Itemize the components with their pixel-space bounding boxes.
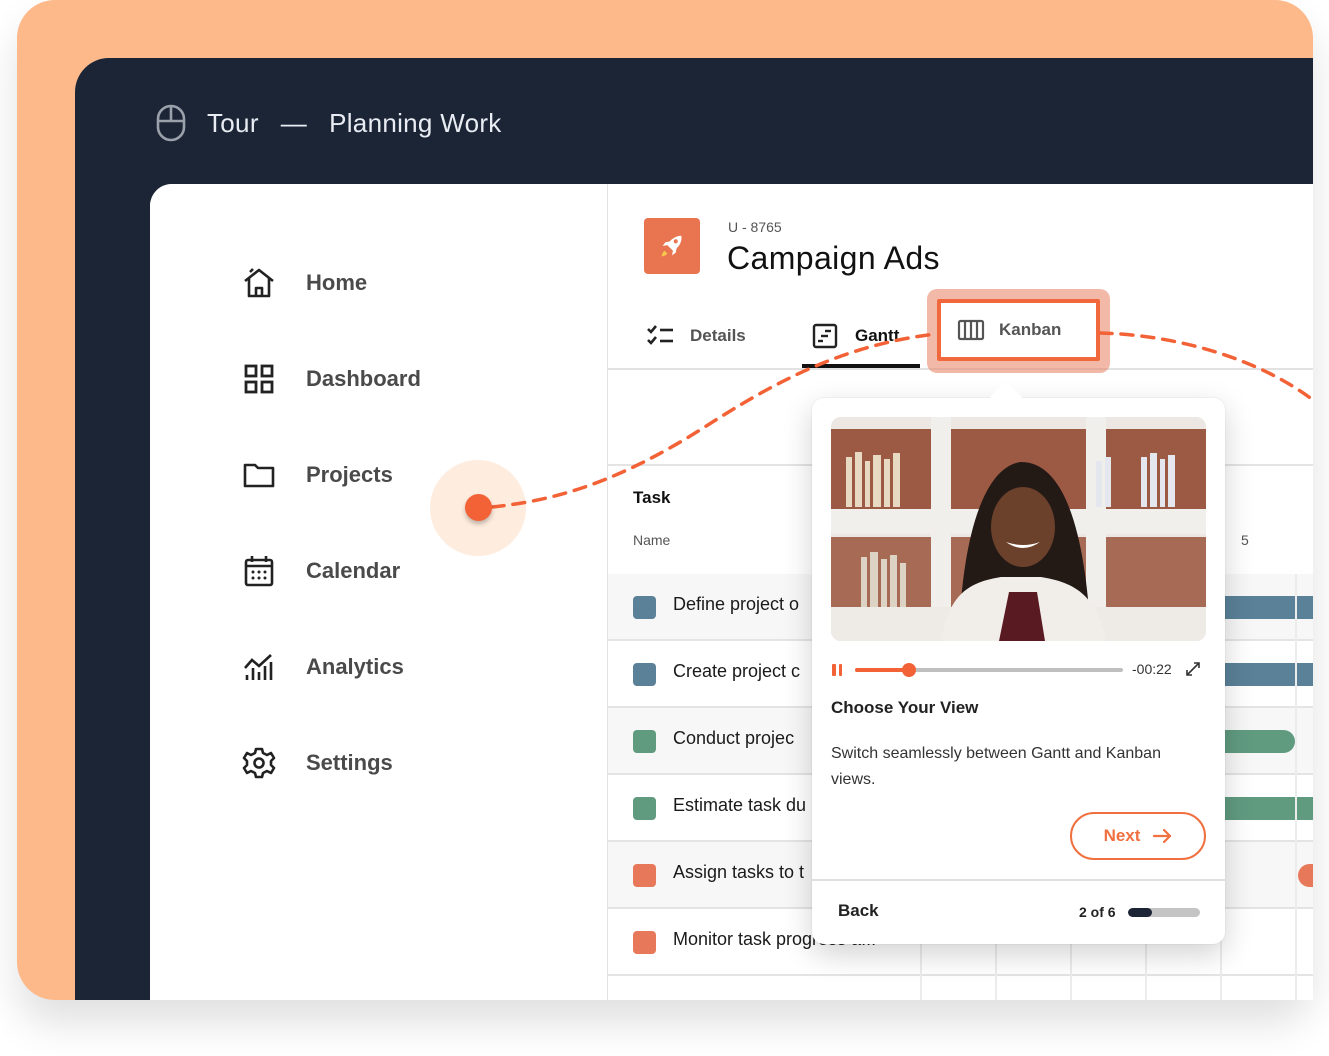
- tour-header: Tour — Planning Work: [155, 100, 502, 146]
- tab-label: Kanban: [999, 320, 1062, 339]
- sidebar-item-projects[interactable]: Projects: [242, 458, 393, 492]
- task-color-swatch: [633, 931, 656, 954]
- back-button[interactable]: Back: [838, 901, 879, 921]
- mouse-icon: [156, 104, 186, 142]
- checklist-icon: [647, 325, 673, 345]
- sidebar-item-label: Calendar: [306, 558, 401, 583]
- sidebar-item-label: Analytics: [306, 654, 404, 679]
- project-id: U - 8765: [728, 219, 782, 235]
- video-controls: -00:22: [832, 660, 1202, 680]
- task-color-swatch: [633, 864, 656, 887]
- popover-body: Switch seamlessly between Gantt and Kanb…: [831, 745, 1161, 788]
- task-color-swatch: [633, 730, 656, 753]
- tab-details[interactable]: Details: [646, 302, 746, 370]
- tour-label: Tour: [207, 107, 259, 138]
- arrow-right-icon: [1153, 828, 1172, 844]
- tab-label: Details: [690, 326, 746, 345]
- gantt-bar[interactable]: [1220, 663, 1313, 686]
- name-column-header: Name: [633, 532, 671, 548]
- task-color-swatch: [633, 663, 656, 686]
- popover-title: Choose Your View: [831, 698, 979, 717]
- tab-kanban[interactable]: Kanban: [937, 299, 1100, 361]
- gantt-bar[interactable]: [1220, 596, 1313, 619]
- next-button-label: Next: [1103, 826, 1141, 845]
- tab-gantt[interactable]: Gantt: [811, 302, 899, 370]
- step-progress-fill: [1128, 908, 1152, 917]
- spotlight-target-dot: [465, 494, 492, 521]
- tour-video[interactable]: [831, 417, 1206, 641]
- task-group-header: Task: [633, 488, 671, 507]
- sidebar-item-label: Projects: [306, 462, 393, 487]
- gantt-icon: [812, 323, 838, 349]
- popover-divider: [812, 879, 1225, 881]
- calendar-icon: [244, 556, 274, 587]
- video-progress-thumb[interactable]: [901, 663, 916, 677]
- sidebar-item-label: Dashboard: [306, 366, 421, 391]
- active-tab-indicator: [802, 364, 920, 368]
- folder-icon: [243, 463, 275, 488]
- sidebar-item-analytics[interactable]: Analytics: [242, 650, 404, 684]
- tour-title: Planning Work: [329, 107, 502, 138]
- sidebar-item-home[interactable]: Home: [242, 266, 367, 300]
- gantt-bar[interactable]: [1220, 797, 1313, 820]
- task-name: Define project o: [673, 594, 800, 614]
- sidebar-item-label: Home: [306, 270, 368, 295]
- step-counter: 2 of 6: [1079, 904, 1116, 920]
- tour-separator: —: [280, 107, 308, 138]
- sidebar-item-calendar[interactable]: Calendar: [242, 554, 400, 588]
- sidebar-item-settings[interactable]: Settings: [242, 746, 393, 780]
- task-name: Assign tasks to t: [673, 862, 805, 882]
- gear-icon: [242, 747, 276, 779]
- video-time-remaining: -00:22: [1132, 661, 1172, 677]
- rocket-icon: [644, 218, 700, 274]
- video-progress-fill: [855, 668, 909, 672]
- kanban-columns-icon: [957, 319, 985, 341]
- row-divider: [608, 974, 1313, 976]
- task-name: Create project c: [673, 661, 801, 681]
- next-button[interactable]: Next: [1070, 812, 1206, 860]
- tour-popover: -00:22 Choose Your View Switch seamlessl…: [812, 381, 1225, 944]
- pause-icon[interactable]: [832, 664, 842, 676]
- home-icon: [244, 268, 274, 298]
- analytics-chart-icon: [244, 654, 273, 680]
- dashboard-grid-icon: [244, 364, 274, 394]
- sidebar-item-dashboard[interactable]: Dashboard: [242, 362, 421, 396]
- sidebar-item-label: Settings: [306, 750, 393, 775]
- step-progress-bar: [1128, 908, 1200, 917]
- task-color-swatch: [633, 596, 656, 619]
- task-name: Conduct projec: [673, 728, 795, 748]
- expand-icon[interactable]: [1184, 660, 1202, 678]
- tab-label: Gantt: [855, 326, 900, 345]
- gantt-bar[interactable]: [1220, 730, 1295, 753]
- task-name: Estimate task du: [673, 795, 807, 815]
- timeline-column-label: 5: [1241, 532, 1249, 548]
- gantt-bar[interactable]: [1298, 864, 1313, 887]
- sidebar: Home Dashboard Projects Calendar Analyti…: [150, 184, 608, 1000]
- video-progress-slider[interactable]: [855, 663, 1123, 677]
- project-title: Campaign Ads: [727, 240, 940, 276]
- task-color-swatch: [633, 797, 656, 820]
